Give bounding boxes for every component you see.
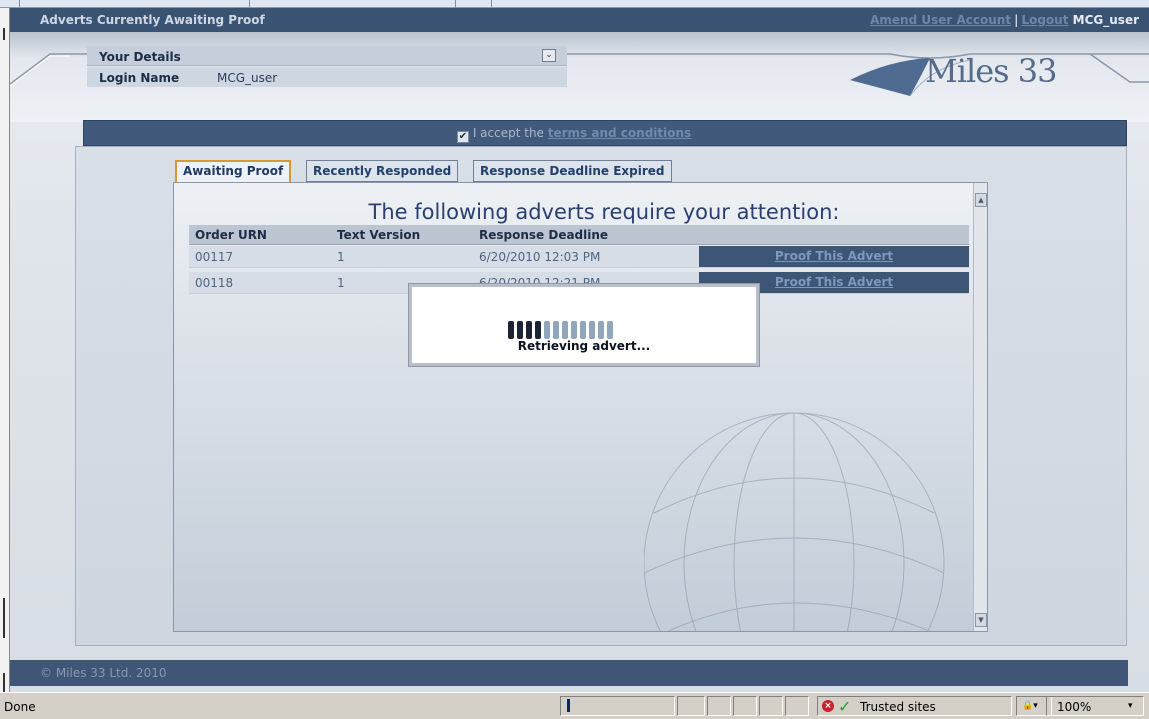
link-separator: | <box>1014 13 1019 27</box>
browser-tab[interactable] <box>256 0 456 8</box>
browser-tab[interactable] <box>40 0 250 8</box>
terms-checkbox[interactable]: ✔ <box>457 131 469 143</box>
browser-tab[interactable] <box>0 0 20 8</box>
text-version-cell: 1 <box>337 250 345 264</box>
order-urn-cell: 00118 <box>195 276 234 290</box>
scroll-up-icon[interactable]: ▲ <box>975 193 987 207</box>
response-deadline-cell: 6/20/2010 12:03 PM <box>479 250 601 264</box>
security-zone-label: Trusted sites <box>860 700 936 714</box>
column-header: Text Version <box>337 228 421 242</box>
current-username: MCG_user <box>1072 13 1139 27</box>
text-version-cell: 1 <box>337 276 345 290</box>
terms-bar: ✔ I accept the terms and conditions <box>83 120 1127 146</box>
scroll-down-icon[interactable]: ▼ <box>975 613 987 627</box>
tab-recently-responded[interactable]: Recently Responded <box>306 160 459 182</box>
login-name-label: Login Name <box>99 71 180 85</box>
status-cell <box>677 696 705 716</box>
order-urn-cell: 00117 <box>195 250 234 264</box>
edge-mark <box>3 28 5 40</box>
terms-link[interactable]: terms and conditions <box>548 126 691 140</box>
loading-progress-bar <box>508 321 616 339</box>
status-cell <box>759 696 783 716</box>
your-details-label: Your Details <box>99 50 181 64</box>
progress-segment <box>526 321 532 339</box>
trusted-check-icon: ✓ <box>838 697 852 716</box>
progress-segment <box>508 321 514 339</box>
tab-response-deadline-expired[interactable]: Response Deadline Expired <box>473 160 672 182</box>
progress-segment <box>553 321 559 339</box>
login-name-row: Login Name MCG_user <box>87 67 567 87</box>
progress-segment <box>535 321 541 339</box>
loading-dialog: Retrieving advert... <box>409 284 759 366</box>
progress-segment <box>580 321 586 339</box>
attention-heading: The following adverts require your atten… <box>368 200 840 224</box>
logout-link[interactable]: Logout <box>1021 13 1068 27</box>
terms-prefix: I accept the <box>472 126 548 140</box>
column-header: Order URN <box>195 228 267 242</box>
progress-segment <box>544 321 550 339</box>
progress-segment <box>517 321 523 339</box>
zoom-level[interactable]: 100% <box>1057 700 1091 714</box>
browser-status-bar: Done × ✓ Trusted sites 🔒▾ 100% ▾ <box>0 692 1149 719</box>
zoom-dropdown-icon[interactable]: ▾ <box>1128 701 1133 711</box>
pane-scrollbar[interactable]: ▲ ▼ <box>973 183 987 631</box>
status-progress-cell <box>560 696 675 716</box>
your-details-panel: Your Details ⌄ Login Name MCG_user <box>87 46 567 94</box>
amend-account-link[interactable]: Amend User Account <box>870 13 1011 27</box>
miles33-logo-text: Miles 33 <box>925 52 1057 90</box>
column-header: Response Deadline <box>479 228 609 242</box>
top-bar: Adverts Currently Awaiting Proof Amend U… <box>10 8 1149 32</box>
progress-segment <box>571 321 577 339</box>
protected-mode-icon[interactable]: 🔒▾ <box>1022 701 1038 711</box>
table-row: 00117 1 6/20/2010 12:03 PM Proof This Ad… <box>189 246 969 268</box>
copyright-text: © Miles 33 Ltd. 2010 <box>40 666 167 680</box>
tab-awaiting-proof[interactable]: Awaiting Proof <box>175 160 292 182</box>
your-details-header[interactable]: Your Details ⌄ <box>87 46 567 66</box>
window-left-edge <box>0 8 10 693</box>
terms-acceptance: ✔ I accept the terms and conditions <box>457 126 691 143</box>
status-cell <box>707 696 731 716</box>
browser-tab-strip <box>0 0 1149 8</box>
loading-message: Retrieving advert... <box>517 339 651 353</box>
collapse-toggle-icon[interactable]: ⌄ <box>542 49 556 62</box>
account-links: Amend User Account | Logout MCG_user <box>870 13 1139 27</box>
login-name-value: MCG_user <box>217 71 278 85</box>
edge-mark <box>3 673 5 693</box>
edge-mark <box>3 598 5 638</box>
proof-advert-button[interactable]: Proof This Advert <box>699 246 969 267</box>
page-footer: © Miles 33 Ltd. 2010 <box>10 660 1128 686</box>
adverts-table-header: Order URN Text Version Response Deadline <box>189 225 969 245</box>
status-cell <box>733 696 757 716</box>
status-text: Done <box>4 700 36 714</box>
progress-segment <box>589 321 595 339</box>
status-cell <box>785 696 809 716</box>
progress-segment <box>562 321 568 339</box>
progress-segment <box>607 321 613 339</box>
popup-blocked-icon[interactable]: × <box>822 700 834 712</box>
browser-tab[interactable] <box>456 0 492 8</box>
globe-watermark <box>644 412 945 631</box>
adverts-pane: The following adverts require your atten… <box>173 182 988 632</box>
page-title: Adverts Currently Awaiting Proof <box>40 13 265 27</box>
progress-segment <box>598 321 604 339</box>
status-progress-indicator <box>567 699 570 712</box>
